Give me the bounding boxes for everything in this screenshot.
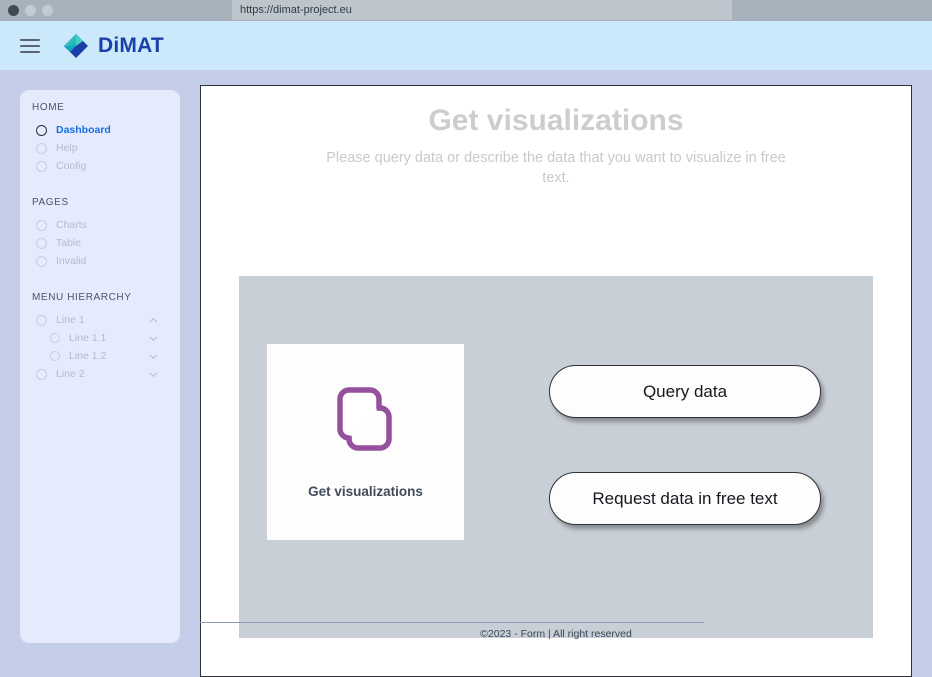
sidebar-group-pages: PAGES Charts Table Invalid: [20, 197, 180, 270]
sidebar-item-line-1-2[interactable]: Line 1.2: [20, 347, 180, 365]
chevron-down-icon[interactable]: [149, 352, 158, 361]
footer-copyright: ©2023 - Form | All right reserved: [480, 628, 632, 640]
sidebar-item-label: Line 1: [56, 314, 85, 326]
radio-icon: [36, 368, 47, 380]
url-bar[interactable]: https://dimat-project.eu: [232, 0, 732, 20]
footer-divider: [200, 622, 704, 623]
visualization-panel: Get visualizations Query data Request da…: [239, 276, 873, 638]
chevron-down-icon[interactable]: [149, 370, 158, 379]
radio-icon: [36, 124, 47, 136]
sidebar-item-label: Line 2: [56, 368, 85, 380]
radio-icon: [36, 160, 47, 172]
page-body: HOME Dashboard Help Config PAGES Charts: [0, 70, 932, 677]
sidebar-item-line-1[interactable]: Line 1: [20, 311, 180, 329]
sidebar-item-help[interactable]: Help: [20, 139, 180, 157]
sidebar-item-label: Line 1.2: [69, 350, 107, 362]
sidebar-item-label: Table: [56, 237, 82, 249]
sidebar-section-title-menu-hierarchy: MENU HIERARCHY: [32, 292, 132, 303]
radio-icon: [36, 219, 47, 231]
sidebar-group-menu-hierarchy: MENU HIERARCHY Line 1 Line 1.1 Line 1.2: [20, 292, 180, 383]
sidebar-item-label: Dashboard: [56, 124, 111, 136]
sidebar-item-charts[interactable]: Charts: [20, 216, 180, 234]
brand-name: DiMAT: [98, 33, 164, 57]
sidebar-item-label: Config: [56, 160, 87, 172]
copy-duplicate-icon: [327, 386, 405, 464]
sidebar-item-line-2[interactable]: Line 2: [20, 365, 180, 383]
sidebar-item-label: Help: [56, 142, 78, 154]
chevron-up-icon[interactable]: [149, 316, 158, 325]
sidebar-item-config[interactable]: Config: [20, 157, 180, 175]
page-subtitle: Please query data or describe the data t…: [326, 150, 786, 186]
brand-logo[interactable]: DiMAT: [62, 32, 164, 60]
request-free-text-button[interactable]: Request data in free text: [549, 472, 821, 525]
sidebar-item-label: Charts: [56, 219, 87, 231]
radio-icon: [36, 255, 47, 267]
close-dot-icon[interactable]: [8, 5, 19, 16]
sidebar-item-line-1-1[interactable]: Line 1.1: [20, 329, 180, 347]
maximize-dot-icon[interactable]: [42, 5, 53, 16]
app-header: DiMAT: [0, 21, 932, 70]
chevron-down-icon[interactable]: [149, 334, 158, 343]
sidebar-item-dashboard[interactable]: Dashboard: [20, 121, 180, 139]
sidebar-item-table[interactable]: Table: [20, 234, 180, 252]
tile-label: Get visualizations: [308, 483, 423, 499]
sidebar-item-invalid[interactable]: Invalid: [20, 252, 180, 270]
browser-chrome: https://dimat-project.eu: [0, 0, 932, 21]
radio-icon: [36, 237, 47, 249]
sidebar: HOME Dashboard Help Config PAGES Charts: [20, 90, 180, 643]
dimat-diamond-logo-icon: [62, 32, 90, 60]
sidebar-item-label: Invalid: [56, 255, 87, 267]
radio-icon: [36, 142, 47, 154]
window-traffic-lights: [8, 5, 53, 16]
sidebar-group-home: HOME Dashboard Help Config: [20, 102, 180, 175]
radio-icon: [36, 314, 47, 326]
radio-icon: [50, 351, 60, 361]
main-content-card: Get visualizations Please query data or …: [200, 85, 912, 677]
get-visualizations-tile[interactable]: Get visualizations: [267, 344, 464, 540]
sidebar-item-label: Line 1.1: [69, 332, 107, 344]
page-title: Get visualizations: [428, 104, 684, 137]
query-data-button[interactable]: Query data: [549, 365, 821, 418]
sidebar-section-title-home: HOME: [32, 102, 65, 113]
minimize-dot-icon[interactable]: [25, 5, 36, 16]
sidebar-section-title-pages: PAGES: [32, 197, 69, 208]
url-text: https://dimat-project.eu: [240, 4, 352, 16]
hamburger-icon[interactable]: [20, 38, 40, 53]
radio-icon: [50, 333, 60, 343]
